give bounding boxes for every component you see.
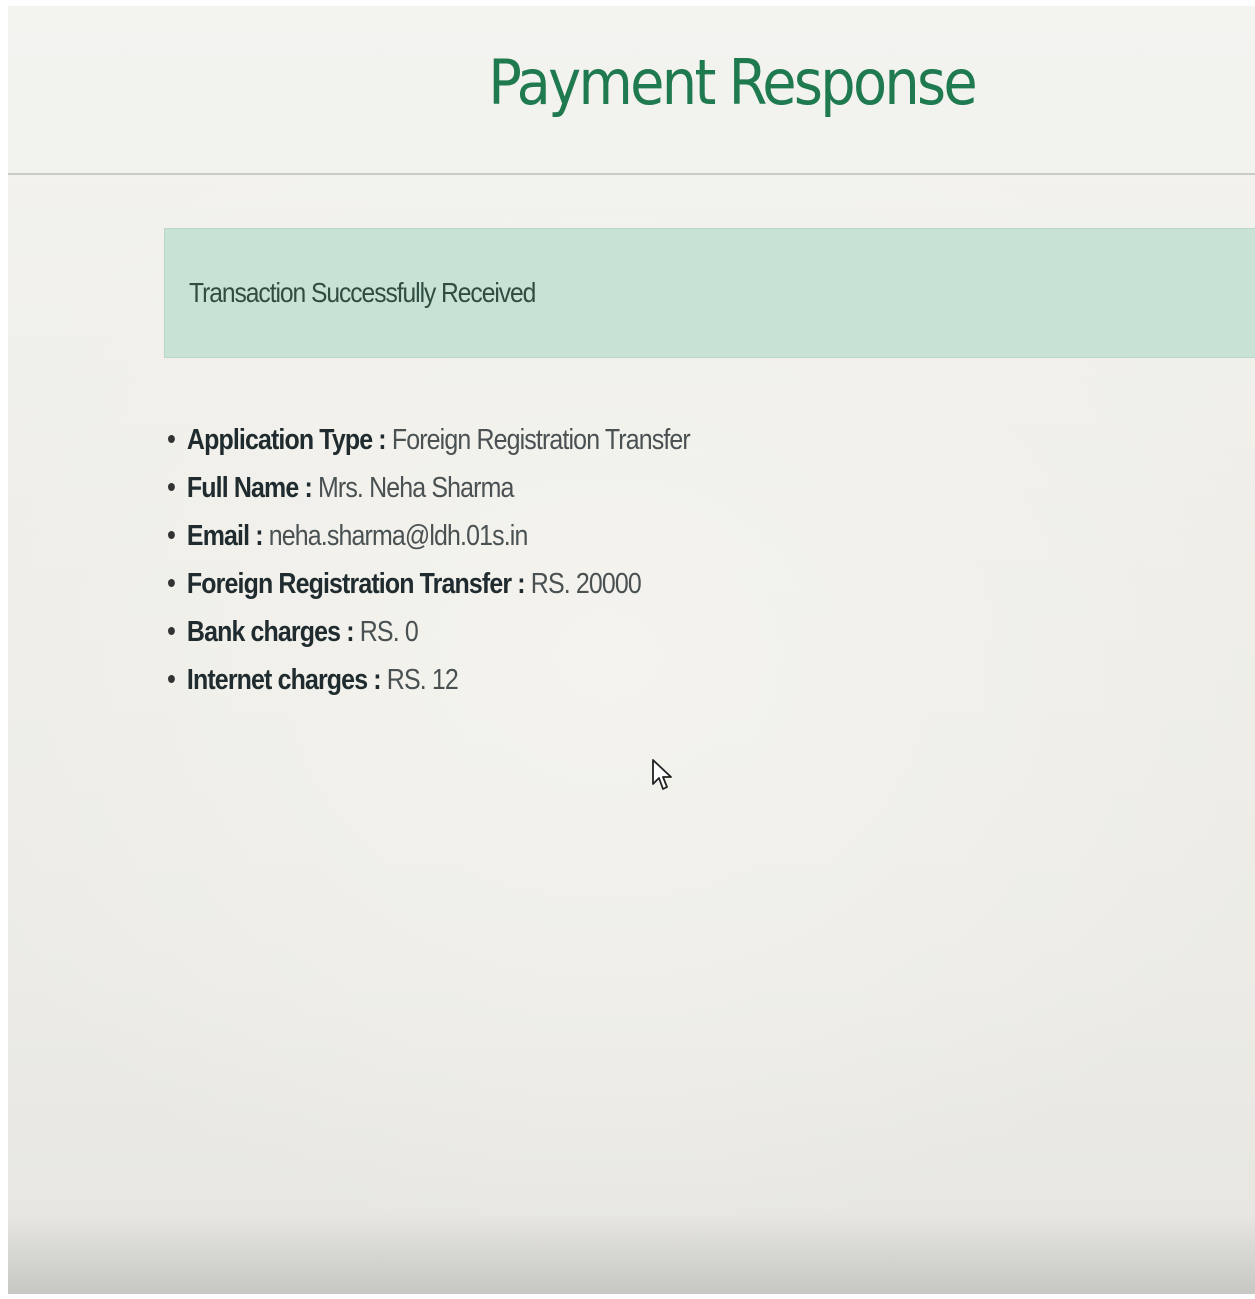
detail-separator: :: [372, 424, 392, 456]
screen-bottom-bezel-shadow: [8, 1214, 1255, 1294]
mouse-pointer-icon: [652, 759, 672, 790]
detail-value: neha.sharma@ldh.01s.in: [268, 520, 529, 552]
detail-internet-charges: Internet charges : RS. 12: [168, 656, 690, 704]
detail-label: Full Name: [186, 472, 299, 504]
page-title: Payment Response: [488, 46, 978, 119]
detail-label: Application Type: [186, 424, 373, 456]
detail-value: RS. 12: [386, 664, 459, 696]
detail-application-type: Application Type : Foreign Registration …: [168, 416, 691, 464]
detail-value: Foreign Registration Transfer: [391, 424, 691, 456]
detail-label: Email: [186, 520, 250, 552]
detail-separator: :: [367, 664, 387, 696]
detail-value: RS. 20000: [530, 568, 642, 600]
detail-label: Foreign Registration Transfer: [186, 568, 512, 600]
title-divider: [8, 173, 1255, 175]
bullet-icon: [168, 435, 175, 443]
bullet-icon: [168, 627, 175, 635]
bullet-icon: [168, 675, 175, 683]
detail-separator: :: [340, 616, 360, 648]
detail-label: Bank charges: [186, 616, 341, 648]
transaction-details-list: Application Type : Foreign Registration …: [168, 416, 775, 704]
bullet-icon: [168, 531, 175, 539]
detail-label: Internet charges: [186, 664, 368, 696]
bullet-icon: [168, 483, 175, 491]
detail-bank-charges: Bank charges : RS. 0: [168, 608, 690, 656]
detail-email: Email : neha.sharma@ldh.01s.in: [168, 512, 690, 560]
detail-separator: :: [511, 568, 531, 600]
detail-foreign-registration-fee: Foreign Registration Transfer : RS. 2000…: [168, 560, 690, 608]
bullet-icon: [168, 579, 175, 587]
success-alert: Transaction Successfully Received: [164, 228, 1255, 358]
monitor-screen: Payment Response Transaction Successfull…: [8, 6, 1255, 1294]
success-alert-message: Transaction Successfully Received: [189, 277, 536, 308]
detail-separator: :: [298, 472, 318, 504]
detail-value: Mrs. Neha Sharma: [317, 472, 514, 504]
detail-full-name: Full Name : Mrs. Neha Sharma: [168, 464, 690, 512]
detail-separator: :: [249, 520, 269, 552]
detail-value: RS. 0: [359, 616, 419, 648]
